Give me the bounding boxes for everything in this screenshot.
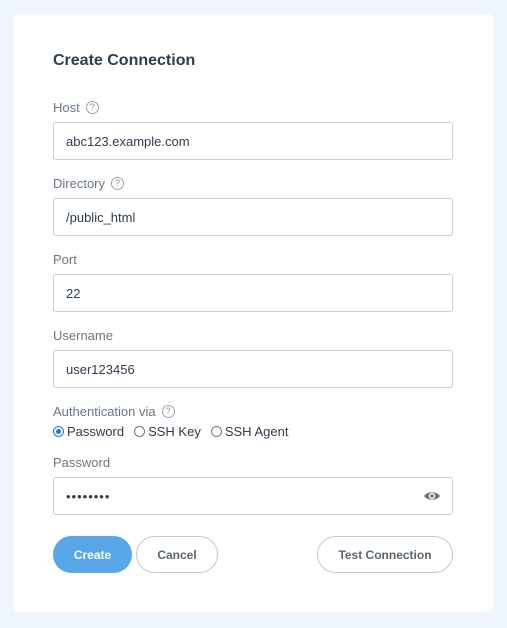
auth-option-label: SSH Agent [224,424,289,439]
auth-label-row: Authentication via ? [53,404,175,419]
username-input[interactable] [53,350,453,388]
username-label: Username [53,328,113,343]
auth-label: Authentication via [53,404,156,419]
directory-label: Directory [53,176,106,191]
host-label: Host [53,100,80,115]
auth-option-label: Password [67,424,125,439]
test-connection-button[interactable]: Test Connection [317,536,453,573]
password-label-row: Password [53,455,110,470]
auth-option-ssh-agent[interactable]: SSH Agent [210,424,289,439]
directory-label-row: Directory ? [53,176,125,191]
connection-card: Create Connection Host ? Directory ? Por… [13,14,493,612]
port-label-row: Port [53,252,77,267]
cancel-button[interactable]: Cancel [136,536,218,573]
password-field-wrap [53,477,453,515]
port-input[interactable] [53,274,453,312]
create-button[interactable]: Create [53,536,132,573]
auth-option-ssh-key[interactable]: SSH Key [134,424,201,439]
password-label: Password [53,455,111,470]
password-input[interactable] [53,477,453,515]
directory-input[interactable] [53,198,453,236]
directory-help-icon[interactable]: ? [111,177,125,190]
radio-ssh-agent[interactable] [210,426,222,437]
auth-radio-group: Password SSH Key SSH Agent [53,424,298,439]
port-label: Port [53,252,77,267]
host-input[interactable] [53,122,453,160]
auth-option-label: SSH Key [148,424,201,439]
auth-help-icon[interactable]: ? [161,405,175,418]
username-label-row: Username [53,328,113,343]
form-title: Create Connection [53,52,196,69]
radio-ssh-key[interactable] [134,426,146,437]
host-label-row: Host ? [53,100,99,115]
host-help-icon[interactable]: ? [85,101,99,114]
radio-password[interactable] [53,426,64,437]
eye-icon[interactable] [423,488,441,504]
auth-option-password[interactable]: Password [53,424,124,439]
